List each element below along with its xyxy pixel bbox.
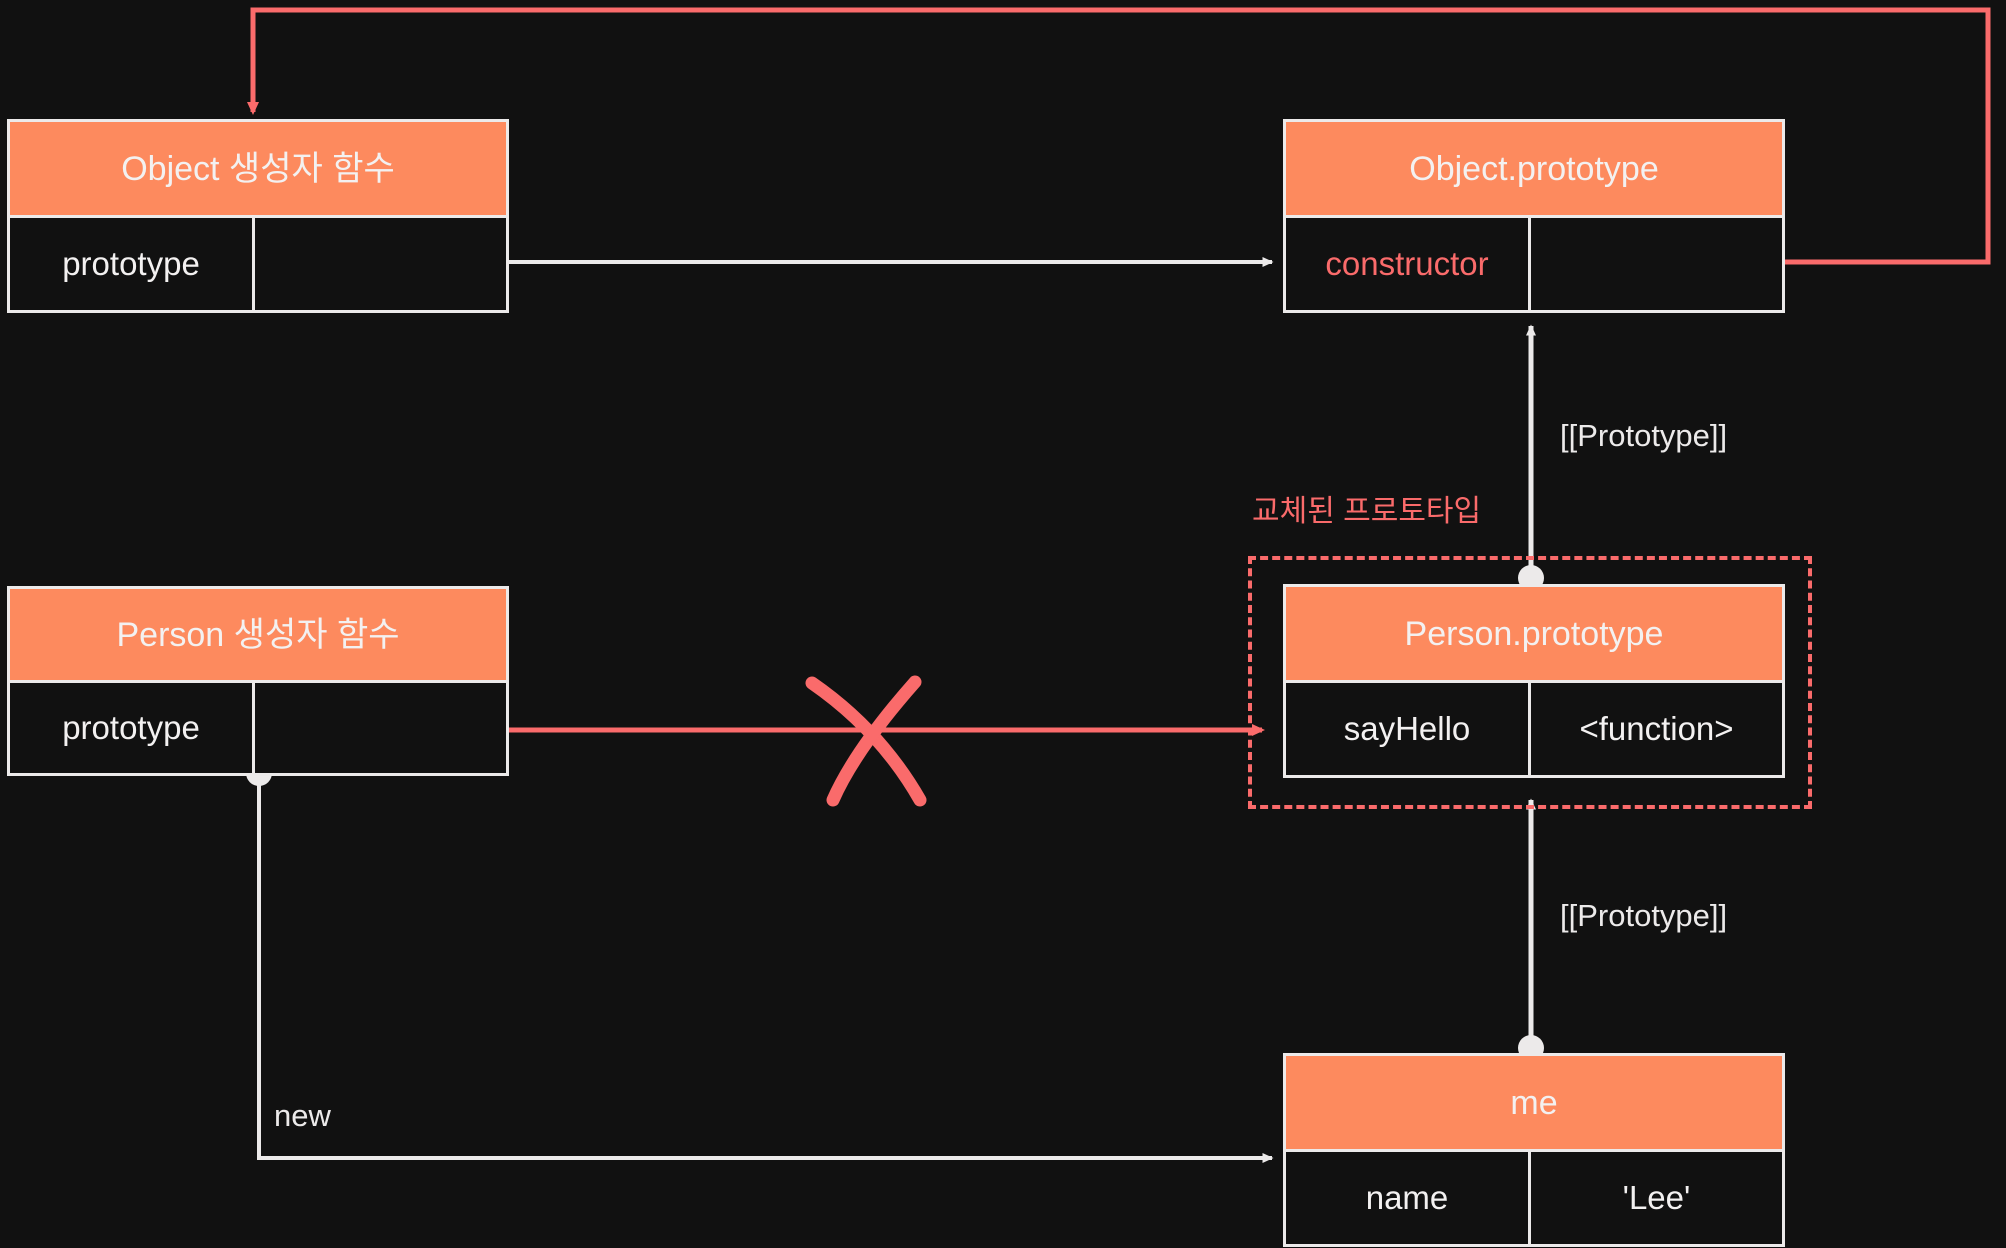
box-person-prototype[interactable]: Person.prototype sayHello <function> (1283, 584, 1785, 778)
cell-value-prototype-ref (255, 683, 506, 773)
cell-key-prototype: prototype (10, 683, 255, 773)
cell-value-name: 'Lee' (1622, 1179, 1691, 1216)
table-row: prototype (10, 680, 506, 773)
cell-key-sayhello: sayHello (1286, 683, 1531, 775)
table-row: name 'Lee' (1286, 1149, 1782, 1244)
box-title-me: me (1286, 1056, 1782, 1149)
label-new-keyword: new (274, 1098, 331, 1133)
box-person-constructor-function[interactable]: Person 생성자 함수 prototype (7, 586, 509, 776)
label-prototype-link-upper: [[Prototype]] (1560, 418, 1728, 453)
wire-new-instance (246, 760, 1274, 1163)
box-title-person-prototype: Person.prototype (1286, 587, 1782, 680)
box-object-constructor-function[interactable]: Object 생성자 함수 prototype (7, 119, 509, 313)
table-row: constructor (1286, 215, 1782, 310)
table-row: prototype (10, 215, 506, 310)
wire-person-prototype-to-object-prototype (1518, 324, 1544, 591)
box-title-object-prototype: Object.prototype (1286, 122, 1782, 215)
cell-key-prototype: prototype (10, 218, 255, 310)
cell-key-name: name (1286, 1152, 1531, 1244)
cell-value-prototype-ref (255, 218, 506, 310)
box-title-object-constructor-function: Object 생성자 함수 (10, 122, 506, 215)
severed-link-x-mark (805, 675, 927, 807)
cell-value-constructor-ref (1531, 218, 1782, 310)
box-title-person-constructor-function: Person 생성자 함수 (10, 589, 506, 680)
box-me-instance[interactable]: me name 'Lee' (1283, 1053, 1785, 1247)
label-prototype-link-lower: [[Prototype]] (1560, 898, 1728, 933)
table-row: sayHello <function> (1286, 680, 1782, 775)
box-object-prototype[interactable]: Object.prototype constructor (1283, 119, 1785, 313)
cell-value-sayhello-function: <function> (1579, 710, 1734, 747)
wire-me-to-person-prototype (1518, 798, 1544, 1061)
label-replaced-prototype: 교체된 프로토타입 (1252, 495, 1482, 528)
prototype-diagram-canvas: Object 생성자 함수 prototype Object.prototype… (0, 0, 2006, 1248)
cell-key-constructor: constructor (1286, 218, 1531, 310)
